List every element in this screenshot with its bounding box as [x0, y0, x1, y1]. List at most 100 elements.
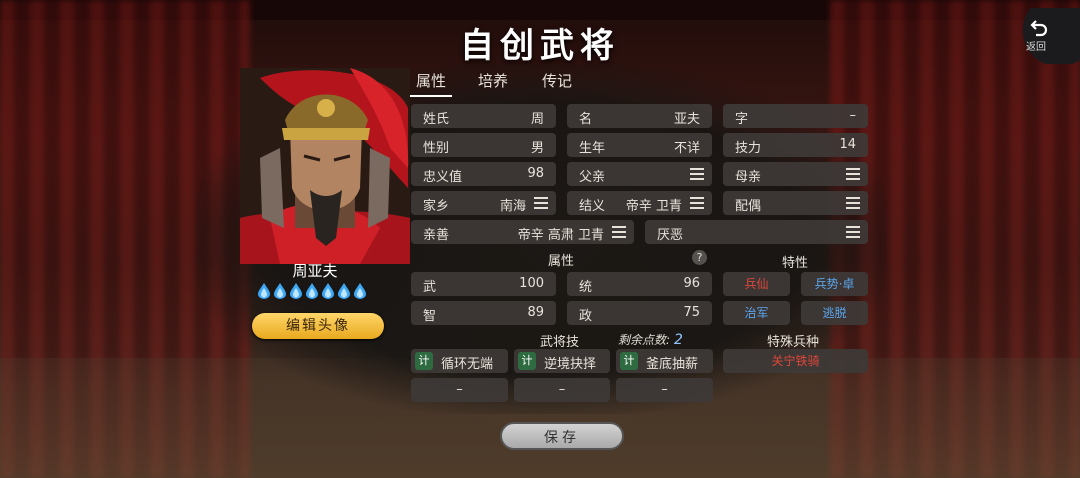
field-value: 帝辛 卫青 — [625, 199, 682, 214]
attribute-label: 武 — [423, 280, 437, 295]
field-skill-power[interactable]: 技力 14 — [723, 133, 868, 157]
field-label: 配偶 — [735, 199, 762, 214]
skill-name: 循环无端 — [441, 357, 494, 372]
blue-flame-gem-icon — [306, 283, 318, 299]
back-arrow-icon — [1030, 18, 1048, 38]
field-hometown[interactable]: 家乡 南海 — [411, 191, 556, 215]
blue-flame-gem-icon — [290, 283, 302, 299]
field-value: 男 — [530, 141, 544, 156]
attribute-command[interactable]: 统 96 — [567, 272, 712, 296]
trait-item[interactable]: 兵势·卓 — [801, 272, 868, 296]
field-value: 南海 — [499, 199, 526, 214]
field-dislikes[interactable]: 厌恶 — [645, 220, 868, 244]
field-birth-year[interactable]: 生年 不详 — [567, 133, 712, 157]
blue-flame-gem-icon — [322, 283, 334, 299]
field-label: 姓氏 — [423, 112, 450, 127]
attribute-politics[interactable]: 政 75 — [567, 301, 712, 325]
field-father[interactable]: 父亲 — [567, 162, 712, 186]
attribute-martial[interactable]: 武 100 — [411, 272, 556, 296]
points-value: 2 — [674, 332, 683, 348]
empty-skill-slot[interactable]: – — [616, 378, 713, 402]
attribute-label: 统 — [579, 280, 593, 295]
field-spouse[interactable]: 配偶 — [723, 191, 868, 215]
trait-item[interactable]: 治军 — [723, 301, 790, 325]
skill-type-badge: 计 — [415, 352, 433, 370]
attribute-value: 89 — [527, 305, 544, 320]
help-icon[interactable]: ? — [692, 250, 707, 265]
field-mother[interactable]: 母亲 — [723, 162, 868, 186]
field-value: 98 — [527, 166, 544, 181]
field-label: 性别 — [423, 141, 450, 156]
field-label: 母亲 — [735, 170, 762, 185]
attribute-intelligence[interactable]: 智 89 — [411, 301, 556, 325]
blue-flame-gem-icon — [338, 283, 350, 299]
field-value: 14 — [839, 137, 856, 152]
edit-portrait-button[interactable]: 编辑头像 — [252, 313, 384, 339]
trait-item[interactable]: 逃脱 — [801, 301, 868, 325]
field-value: – — [849, 108, 857, 123]
skill-slot[interactable]: 计 釜底抽薪 — [616, 349, 713, 373]
list-menu-icon[interactable] — [846, 226, 860, 238]
field-label: 结义 — [579, 199, 606, 214]
field-value: 帝辛 高肃 卫青 — [517, 228, 604, 243]
field-sworn-siblings[interactable]: 结义 帝辛 卫青 — [567, 191, 712, 215]
save-button[interactable]: 保存 — [500, 422, 624, 450]
skill-name: 逆境抉择 — [544, 357, 597, 372]
field-label: 家乡 — [423, 199, 450, 214]
attribute-label: 政 — [579, 309, 593, 324]
field-label: 父亲 — [579, 170, 606, 185]
field-label: 厌恶 — [657, 228, 684, 243]
attribute-value: 75 — [683, 305, 700, 320]
empty-skill-slot[interactable]: – — [411, 378, 508, 402]
skill-name: 釜底抽薪 — [646, 357, 699, 372]
list-menu-icon[interactable] — [846, 168, 860, 180]
skill-slot[interactable]: 计 循环无端 — [411, 349, 508, 373]
star-gems — [258, 283, 378, 301]
traits-section-title: 特性 — [782, 256, 809, 271]
field-value: 亚夫 — [673, 112, 700, 127]
tab-attributes[interactable]: 属性 — [409, 70, 453, 97]
field-label: 生年 — [579, 141, 606, 156]
remaining-points: 剩余点数: 2 — [618, 331, 683, 348]
general-portrait — [240, 68, 410, 264]
special-troop-title: 特殊兵种 — [767, 335, 820, 350]
points-label: 剩余点数: — [618, 333, 671, 347]
general-name: 周亚夫 — [292, 262, 338, 280]
list-menu-icon[interactable] — [690, 168, 704, 180]
list-menu-icon[interactable] — [534, 197, 548, 209]
page-title: 自创武将 — [460, 26, 620, 66]
back-label: 返回 — [1026, 42, 1046, 53]
skill-type-badge: 计 — [620, 352, 638, 370]
tab-training[interactable]: 培养 — [478, 70, 508, 91]
field-gender[interactable]: 性别 男 — [411, 133, 556, 157]
skill-slot[interactable]: 计 逆境抉择 — [514, 349, 610, 373]
blue-flame-gem-icon — [258, 283, 270, 299]
skill-type-badge: 计 — [518, 352, 536, 370]
blue-flame-gem-icon — [354, 283, 366, 299]
field-given-name[interactable]: 名 亚夫 — [567, 104, 712, 128]
field-courtesy-name[interactable]: 字 – — [723, 104, 868, 128]
field-loyalty[interactable]: 忠义值 98 — [411, 162, 556, 186]
field-likes[interactable]: 亲善 帝辛 高肃 卫青 — [411, 220, 634, 244]
list-menu-icon[interactable] — [690, 197, 704, 209]
attribute-value: 100 — [519, 276, 544, 291]
attribute-value: 96 — [683, 276, 700, 291]
special-troop-slot[interactable]: 关宁铁骑 — [723, 349, 868, 373]
tab-biography[interactable]: 传记 — [542, 70, 572, 91]
skills-section-title: 武将技 — [540, 335, 580, 350]
field-label: 名 — [579, 112, 593, 127]
list-menu-icon[interactable] — [612, 226, 626, 238]
list-menu-icon[interactable] — [846, 197, 860, 209]
blue-flame-gem-icon — [274, 283, 286, 299]
field-label: 忠义值 — [423, 170, 463, 185]
field-label: 亲善 — [423, 228, 450, 243]
field-value: 周 — [530, 112, 544, 127]
field-label: 字 — [735, 112, 749, 127]
attribute-label: 智 — [423, 309, 437, 324]
attributes-section-title: 属性 — [548, 254, 575, 269]
field-surname[interactable]: 姓氏 周 — [411, 104, 556, 128]
field-label: 技力 — [735, 141, 762, 156]
trait-item[interactable]: 兵仙 — [723, 272, 790, 296]
empty-skill-slot[interactable]: – — [514, 378, 610, 402]
back-button[interactable]: 返回 — [1010, 8, 1080, 64]
